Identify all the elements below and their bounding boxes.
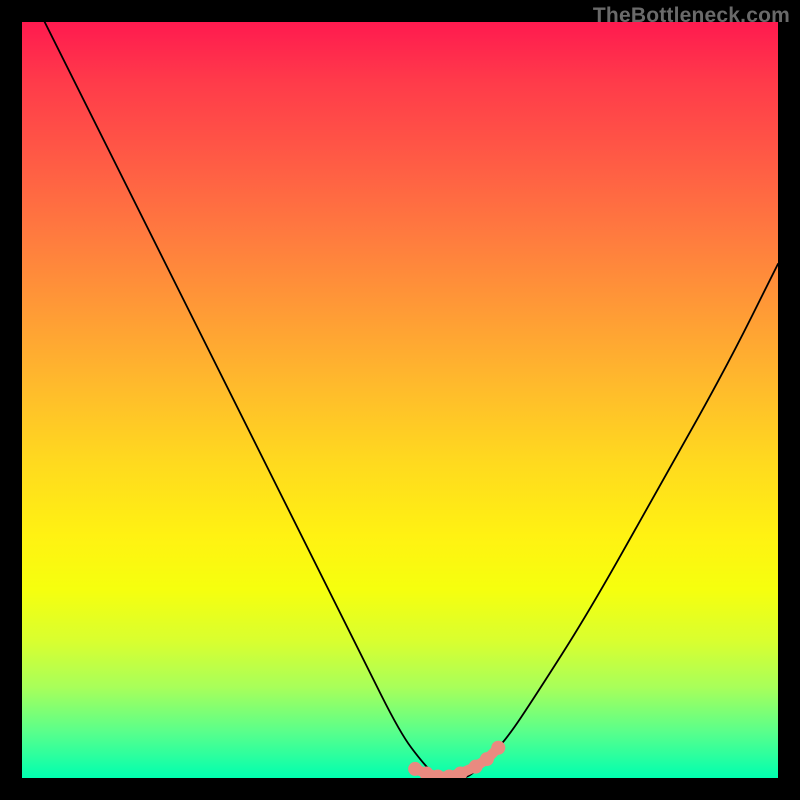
highlight-marker-dots <box>408 741 505 778</box>
marker-dot <box>480 752 494 766</box>
marker-dot <box>491 741 505 755</box>
chart-svg <box>22 22 778 778</box>
chart-frame: TheBottleneck.com <box>0 0 800 800</box>
bottleneck-curve <box>45 22 778 778</box>
plot-area <box>22 22 778 778</box>
